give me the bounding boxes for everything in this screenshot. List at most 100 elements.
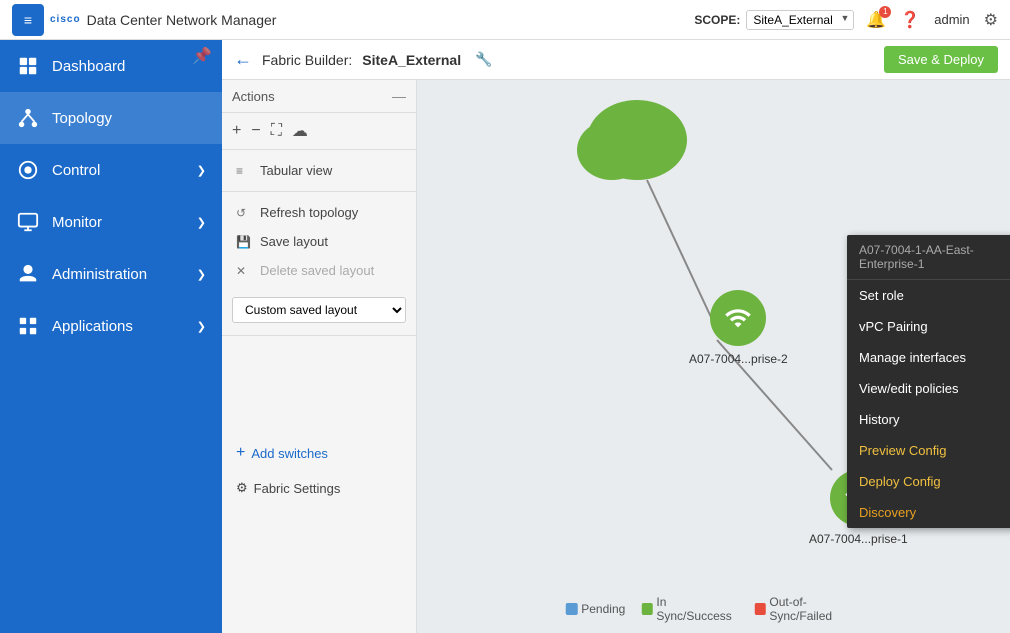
zoom-out-button[interactable]: − — [251, 122, 260, 140]
refresh-topology-label: Refresh topology — [260, 205, 358, 220]
topology-canvas[interactable]: A07-7004...prise-2 A07-7004...prise-1 A0… — [417, 80, 1010, 633]
layout-select[interactable]: Custom saved layout — [232, 297, 406, 323]
sidebar-item-applications[interactable]: Applications ❯ — [0, 300, 222, 352]
monitor-chevron-icon: ❯ — [197, 216, 206, 229]
admin-username: admin — [934, 12, 969, 27]
ctx-view-edit-policies-label: View/edit policies — [859, 381, 958, 396]
administration-chevron-icon: ❯ — [197, 268, 206, 281]
node-1[interactable]: A07-7004...prise-2 — [689, 290, 788, 366]
dashboard-label: Dashboard — [52, 58, 125, 75]
save-icon: 💾 — [236, 235, 252, 249]
app-title: Data Center Network Manager — [87, 12, 277, 28]
back-button[interactable]: ← — [234, 49, 252, 70]
header-icons: 🔔 1 ❓ admin ⚙ — [866, 10, 998, 30]
ctx-vpc-pairing[interactable]: vPC Pairing — [847, 311, 1010, 342]
main-layout: 📌 Dashboard Topology Control ❯ Mo — [0, 40, 1010, 633]
cisco-logo: cisco — [50, 14, 81, 25]
sidebar-item-control[interactable]: Control ❯ — [0, 144, 222, 196]
separator-2 — [222, 335, 416, 336]
sidebar-item-dashboard[interactable]: Dashboard — [0, 40, 222, 92]
cloud-button[interactable]: ☁ — [292, 121, 308, 141]
header: ≡ cisco Data Center Network Manager SCOP… — [0, 0, 1010, 40]
header-logo: ≡ cisco Data Center Network Manager — [12, 4, 276, 36]
node-1-circle — [710, 290, 766, 346]
monitor-label: Monitor — [52, 214, 102, 231]
monitor-icon — [16, 210, 40, 234]
fabric-builder-bar: ← Fabric Builder: SiteA_External 🔧 Save … — [222, 40, 1010, 80]
gear-small-icon: ⚙ — [236, 480, 248, 496]
main-content: ← Fabric Builder: SiteA_External 🔧 Save … — [222, 40, 1010, 633]
dashboard-icon — [16, 54, 40, 78]
fabric-settings-button[interactable]: ⚙ Fabric Settings — [236, 474, 402, 502]
context-menu: A07-7004-1-AA-East-Enterprise-1 Set role… — [847, 235, 1010, 528]
cloud-node[interactable] — [577, 100, 697, 190]
zoom-in-button[interactable]: + — [232, 122, 241, 140]
scope-section: SCOPE: SiteA_External — [694, 10, 854, 30]
fullscreen-button[interactable]: ⛶ — [271, 122, 282, 140]
notification-bell[interactable]: 🔔 1 — [866, 10, 886, 30]
ctx-history-label: History — [859, 412, 899, 427]
legend-in-sync: In Sync/Success — [641, 595, 738, 623]
canvas-area: Actions — + − ⛶ ☁ ≡ Tabular view ↺ — [222, 80, 1010, 633]
ctx-deploy-config-label: Deploy Config — [859, 474, 941, 489]
ctx-view-edit-policies[interactable]: View/edit policies — [847, 373, 1010, 404]
actions-title: Actions — [232, 89, 275, 104]
hamburger-menu-button[interactable]: ≡ — [12, 4, 44, 36]
settings-gear-icon[interactable]: ⚙ — [984, 10, 998, 30]
topology-icon — [16, 106, 40, 130]
in-sync-dot — [641, 603, 652, 615]
delete-icon: ✕ — [236, 264, 252, 278]
wrench-icon[interactable]: 🔧 — [475, 51, 492, 68]
fabric-settings-label: Fabric Settings — [254, 481, 341, 496]
legend-pending: Pending — [565, 602, 625, 616]
actions-toolbar: + − ⛶ ☁ — [222, 113, 416, 150]
applications-icon — [16, 314, 40, 338]
control-icon — [16, 158, 40, 182]
legend-out-of-sync: Out-of-Sync/Failed — [754, 595, 861, 623]
administration-label: Administration — [52, 266, 147, 283]
ctx-discovery-label: Discovery — [859, 505, 916, 520]
ctx-set-role-label: Set role — [859, 288, 904, 303]
actions-panel: Actions — + − ⛶ ☁ ≡ Tabular view ↺ — [222, 80, 417, 633]
scope-dropdown[interactable]: SiteA_External — [746, 10, 854, 30]
tabular-view-item[interactable]: ≡ Tabular view — [222, 156, 416, 185]
layout-select-wrapper: Custom saved layout — [222, 291, 416, 329]
fabric-name: SiteA_External — [362, 52, 461, 68]
topology-label: Topology — [52, 110, 112, 127]
sidebar-item-topology[interactable]: Topology — [0, 92, 222, 144]
pending-label: Pending — [581, 602, 625, 616]
fabric-builder-label: Fabric Builder: — [262, 52, 352, 68]
scope-selector[interactable]: SiteA_External — [746, 10, 854, 30]
ctx-vpc-pairing-label: vPC Pairing — [859, 319, 928, 334]
control-label: Control — [52, 162, 100, 179]
scope-label: SCOPE: — [694, 13, 740, 27]
ctx-manage-interfaces[interactable]: Manage interfaces — [847, 342, 1010, 373]
help-icon[interactable]: ❓ — [900, 10, 920, 30]
pending-dot — [565, 603, 577, 615]
ctx-history[interactable]: History — [847, 404, 1010, 435]
refresh-topology-item[interactable]: ↺ Refresh topology — [222, 198, 416, 227]
add-switches-button[interactable]: + Add switches — [236, 438, 402, 468]
tabular-view-label: Tabular view — [260, 163, 332, 178]
plus-icon: + — [236, 444, 245, 462]
sidebar: 📌 Dashboard Topology Control ❯ Mo — [0, 40, 222, 633]
sidebar-item-administration[interactable]: Administration ❯ — [0, 248, 222, 300]
delete-layout-label: Delete saved layout — [260, 263, 374, 278]
sidebar-item-monitor[interactable]: Monitor ❯ — [0, 196, 222, 248]
save-layout-item[interactable]: 💾 Save layout — [222, 227, 416, 256]
actions-close-button[interactable]: — — [392, 88, 406, 104]
ctx-preview-config[interactable]: Preview Config — [847, 435, 1010, 466]
ctx-discovery[interactable]: Discovery ▶ — [847, 497, 1010, 528]
ctx-deploy-config[interactable]: Deploy Config — [847, 466, 1010, 497]
actions-header: Actions — — [222, 80, 416, 113]
context-menu-primary: A07-7004-1-AA-East-Enterprise-1 Set role… — [847, 235, 1010, 528]
delete-layout-item[interactable]: ✕ Delete saved layout — [222, 256, 416, 285]
ctx-set-role[interactable]: Set role ▶ — [847, 280, 1010, 311]
actions-menu: ≡ Tabular view ↺ Refresh topology 💾 Save… — [222, 150, 416, 291]
ctx-preview-config-label: Preview Config — [859, 443, 946, 458]
tabular-icon: ≡ — [236, 164, 252, 178]
refresh-icon: ↺ — [236, 206, 252, 220]
applications-chevron-icon: ❯ — [197, 320, 206, 333]
save-deploy-button[interactable]: Save & Deploy — [884, 46, 998, 73]
add-switches-label: Add switches — [251, 446, 328, 461]
